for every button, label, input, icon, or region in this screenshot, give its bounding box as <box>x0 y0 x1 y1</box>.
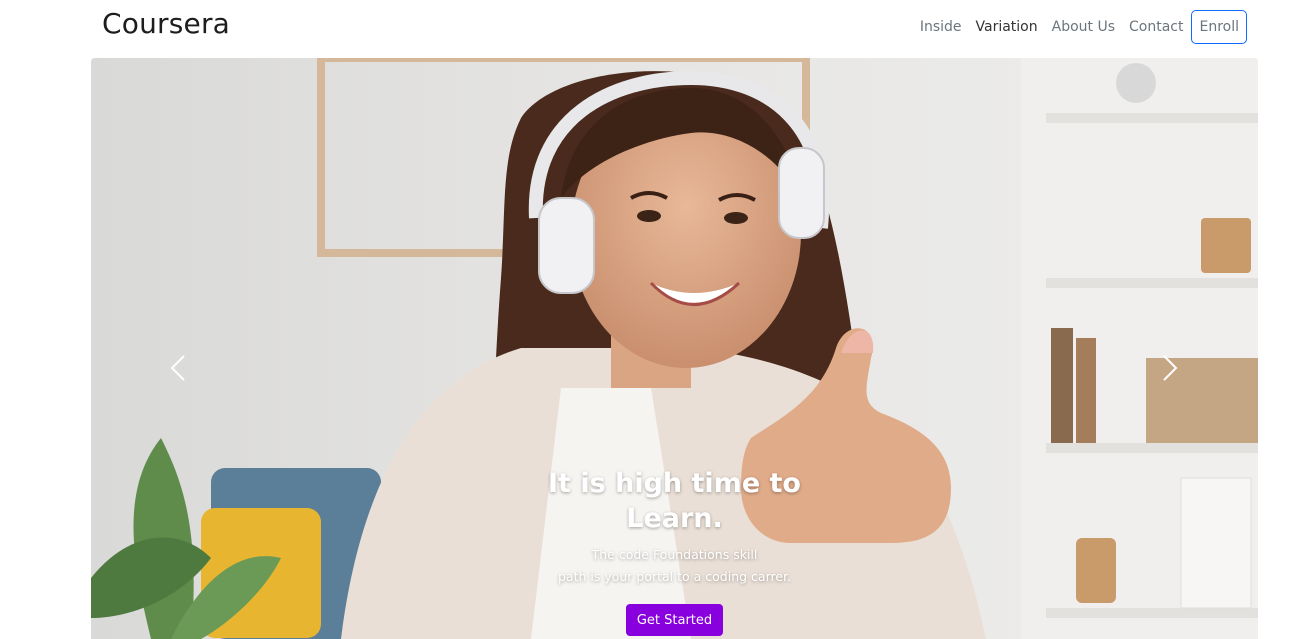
hero-description-line-1: The code Foundations skill <box>591 547 758 562</box>
nav-links: Inside Variation About Us Contact Enroll <box>906 9 1247 45</box>
hero-description: The code Foundations skill path is your … <box>545 544 805 588</box>
nav-link-about-us[interactable]: About Us <box>1052 19 1115 35</box>
carousel-prev-button[interactable] <box>163 348 193 388</box>
carousel-next-button[interactable] <box>1155 348 1185 388</box>
hero-carousel: It is high time to Learn. The code Found… <box>91 58 1258 639</box>
chevron-left-icon <box>170 355 185 381</box>
hero-title: It is high time to Learn. <box>548 468 801 534</box>
brand-logo[interactable]: Coursera <box>102 6 230 42</box>
chevron-right-icon <box>1163 355 1178 381</box>
hero-description-line-2: path is your portal to a coding carrer. <box>557 569 792 584</box>
get-started-button[interactable]: Get Started <box>625 604 724 636</box>
navbar: Coursera Inside Variation About Us Conta… <box>0 0 1307 56</box>
hero-caption: It is high time to Learn. The code Found… <box>91 466 1258 636</box>
nav-link-inside[interactable]: Inside <box>920 19 962 35</box>
enroll-button[interactable]: Enroll <box>1191 10 1247 44</box>
nav-link-variation[interactable]: Variation <box>976 19 1038 35</box>
nav-link-contact[interactable]: Contact <box>1129 19 1183 35</box>
